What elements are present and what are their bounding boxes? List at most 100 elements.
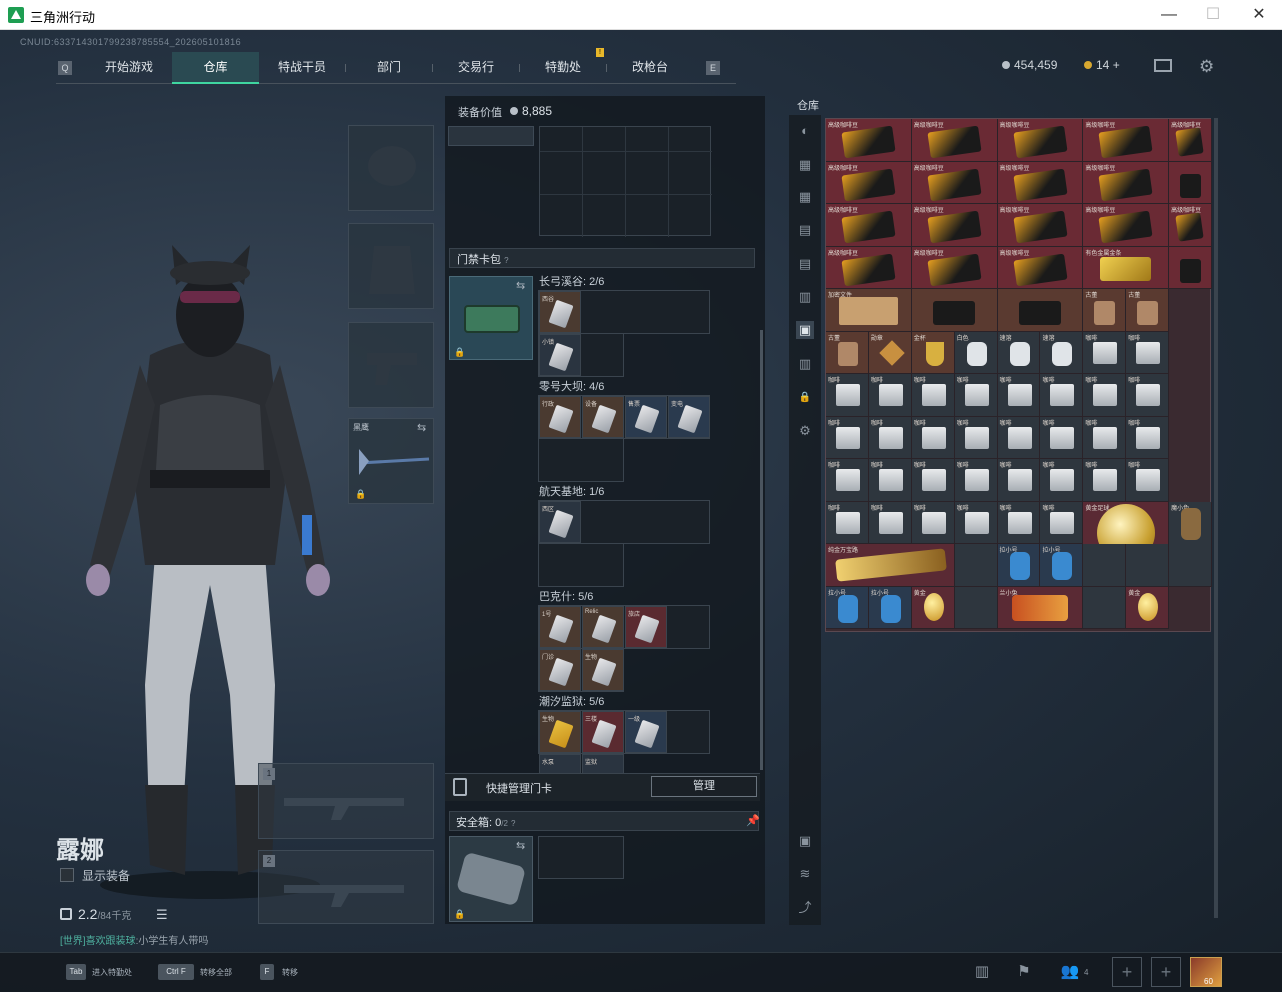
keycard-item[interactable]: 一级 xyxy=(625,711,667,753)
keycard-item[interactable]: 水泵 xyxy=(539,754,581,774)
keycard-item[interactable]: 西谷 xyxy=(539,291,581,333)
warehouse-item[interactable]: 高级咖啡豆 xyxy=(1083,161,1170,204)
keycard-item[interactable]: 西区 xyxy=(539,501,581,543)
warehouse-item[interactable]: 咖啡 xyxy=(868,459,912,502)
warehouse-item[interactable] xyxy=(1083,544,1127,587)
mail-icon[interactable] xyxy=(1154,59,1172,72)
nav-left-key[interactable]: Q xyxy=(58,61,72,75)
keycard-item[interactable]: 三楼 xyxy=(582,711,624,753)
warehouse-item[interactable]: 兰小兔 xyxy=(997,586,1084,629)
premium-balance[interactable]: 14 + xyxy=(1084,58,1120,72)
warehouse-item[interactable]: 高级咖啡豆 xyxy=(997,119,1084,162)
keycard-grid[interactable] xyxy=(538,543,624,587)
warehouse-item[interactable]: 咖啡 xyxy=(1040,459,1084,502)
warehouse-item[interactable]: 咖啡 xyxy=(1083,459,1127,502)
tab-special-service[interactable]: 特勤处 xyxy=(520,52,606,84)
pin-icon[interactable]: 📌 xyxy=(746,814,760,827)
warehouse-item[interactable]: 咖啡 xyxy=(911,459,955,502)
safebox-grid[interactable] xyxy=(538,836,624,879)
warehouse-item[interactable]: 咖啡 xyxy=(1126,374,1170,417)
category-locked-icon[interactable]: 🔒 xyxy=(796,389,814,407)
primary-weapon-slot-2[interactable]: 2 xyxy=(258,850,434,924)
category-settings-icon[interactable]: ⚙ xyxy=(796,422,814,440)
keycard-grid[interactable] xyxy=(538,438,624,482)
warehouse-item[interactable]: 咖啡 xyxy=(1040,374,1084,417)
warehouse-item[interactable]: 高级咖啡豆 xyxy=(826,246,912,289)
warehouse-item[interactable]: 咖啡 xyxy=(954,374,998,417)
warehouse-item[interactable]: 高级咖啡豆 xyxy=(911,204,998,247)
warehouse-item[interactable]: 咖啡 xyxy=(826,459,869,502)
warehouse-item[interactable]: 黄金 xyxy=(1126,586,1170,629)
warehouse-item[interactable]: 高级咖啡豆 xyxy=(1169,119,1212,162)
manage-button[interactable]: 管理 xyxy=(651,776,757,797)
warehouse-item[interactable]: 咖啡 xyxy=(1126,459,1170,502)
enter-special-service-hint[interactable]: 进入特勤处 xyxy=(92,967,132,978)
stats-chart-icon[interactable]: ▥ xyxy=(970,960,994,984)
keycard-item[interactable]: 门诊 xyxy=(539,649,581,691)
show-equipment-checkbox[interactable] xyxy=(60,868,74,882)
minimize-button[interactable]: — xyxy=(1146,0,1192,30)
backpack-slot[interactable] xyxy=(448,126,534,146)
stack-items-icon[interactable]: ≋ xyxy=(796,865,814,883)
pistol-slot[interactable] xyxy=(348,322,434,408)
swap-icon[interactable]: ⇆ xyxy=(516,839,525,852)
keycard-item[interactable]: 变电 xyxy=(668,396,710,438)
warehouse-item[interactable]: 咖啡 xyxy=(997,459,1041,502)
warehouse-item[interactable]: 咖啡 xyxy=(954,416,998,459)
warehouse-item[interactable]: 咖啡 xyxy=(1083,331,1127,374)
warehouse-item[interactable]: 高级咖啡豆 xyxy=(997,246,1084,289)
warehouse-item[interactable]: 高级咖啡豆 xyxy=(997,161,1084,204)
add-currency-button[interactable]: + xyxy=(1113,58,1120,72)
warehouse-item[interactable]: 咖啡 xyxy=(954,459,998,502)
category-collectibles-icon[interactable]: ▣ xyxy=(796,321,814,339)
keycard-item[interactable]: 售票 xyxy=(625,396,667,438)
keycard-item[interactable]: 监狱 xyxy=(582,754,624,774)
warehouse-item[interactable] xyxy=(997,289,1084,332)
warehouse-item[interactable]: 高级咖啡豆 xyxy=(911,246,998,289)
warehouse-item[interactable]: 魔小兔 xyxy=(1169,501,1212,587)
warehouse-item[interactable]: 咖啡 xyxy=(1040,416,1084,459)
warehouse-item[interactable]: 古董 xyxy=(1126,289,1170,332)
warehouse-item[interactable]: 咖啡 xyxy=(826,374,869,417)
warehouse-item[interactable]: 古董 xyxy=(826,331,869,374)
warehouse-item[interactable]: 金杯 xyxy=(911,331,955,374)
keycard-item[interactable]: 生物 xyxy=(539,711,581,753)
keycard-item[interactable]: 旅店 xyxy=(625,606,667,648)
keycard-item[interactable]: 1号 xyxy=(539,606,581,648)
category-helmet-icon[interactable]: ◐ xyxy=(796,122,814,140)
flag-icon[interactable]: ⚑ xyxy=(1012,960,1036,984)
warehouse-item[interactable]: 高级咖啡豆 xyxy=(997,204,1084,247)
armor-slot[interactable] xyxy=(348,223,434,309)
warehouse-grid[interactable]: 高级咖啡豆 高级咖啡豆 高级咖啡豆 高级咖啡豆 高级咖啡豆 高级咖啡豆 高级咖啡豆 高级咖啡豆… xyxy=(825,118,1212,632)
tab-warehouse[interactable]: 仓库 xyxy=(172,52,259,84)
tab-start-game[interactable]: 开始游戏 xyxy=(86,52,172,84)
warehouse-item[interactable]: 咖啡 xyxy=(911,416,955,459)
keycard-scrollbar[interactable] xyxy=(760,330,763,770)
chat-message[interactable]: [世界]喜欢跟装球:小学生有人带吗 xyxy=(60,932,208,947)
warehouse-item[interactable]: 咖啡 xyxy=(868,416,912,459)
transfer-all-hint[interactable]: 转移全部 xyxy=(200,967,232,978)
warehouse-scrollbar[interactable] xyxy=(1214,118,1218,918)
warehouse-item[interactable] xyxy=(1083,586,1127,629)
sort-warehouse-icon[interactable]: ▣ xyxy=(796,832,814,850)
warehouse-item[interactable]: 咖啡 xyxy=(1083,374,1127,417)
warehouse-item[interactable]: 咖啡 xyxy=(826,416,869,459)
tab-department[interactable]: 部门 xyxy=(346,52,432,84)
invite-slot-2[interactable]: + xyxy=(1151,957,1181,987)
warehouse-item[interactable]: 咖啡 xyxy=(868,374,912,417)
warehouse-item[interactable]: 拉小号 xyxy=(868,586,912,629)
help-icon[interactable]: ? xyxy=(511,819,515,828)
tab-trading[interactable]: 交易行 xyxy=(433,52,519,84)
warehouse-item[interactable]: 咖啡 xyxy=(997,374,1041,417)
settings-gear-icon[interactable]: ⚙ xyxy=(1199,57,1214,77)
warehouse-item[interactable]: 拉小号 xyxy=(1040,544,1084,587)
warehouse-item[interactable] xyxy=(954,586,998,629)
warehouse-item[interactable]: 速溶 xyxy=(997,331,1041,374)
keycard-item[interactable]: 生物 xyxy=(582,649,624,691)
category-armor-icon[interactable]: ▦ xyxy=(796,156,814,174)
warehouse-item[interactable]: 咖啡 xyxy=(911,501,955,544)
help-icon[interactable]: ? xyxy=(504,256,508,265)
category-gear-icon[interactable]: ▦ xyxy=(796,188,814,206)
backpack-grid[interactable] xyxy=(539,126,712,237)
safebox-item[interactable]: ⇆ 🔒 xyxy=(449,836,533,922)
